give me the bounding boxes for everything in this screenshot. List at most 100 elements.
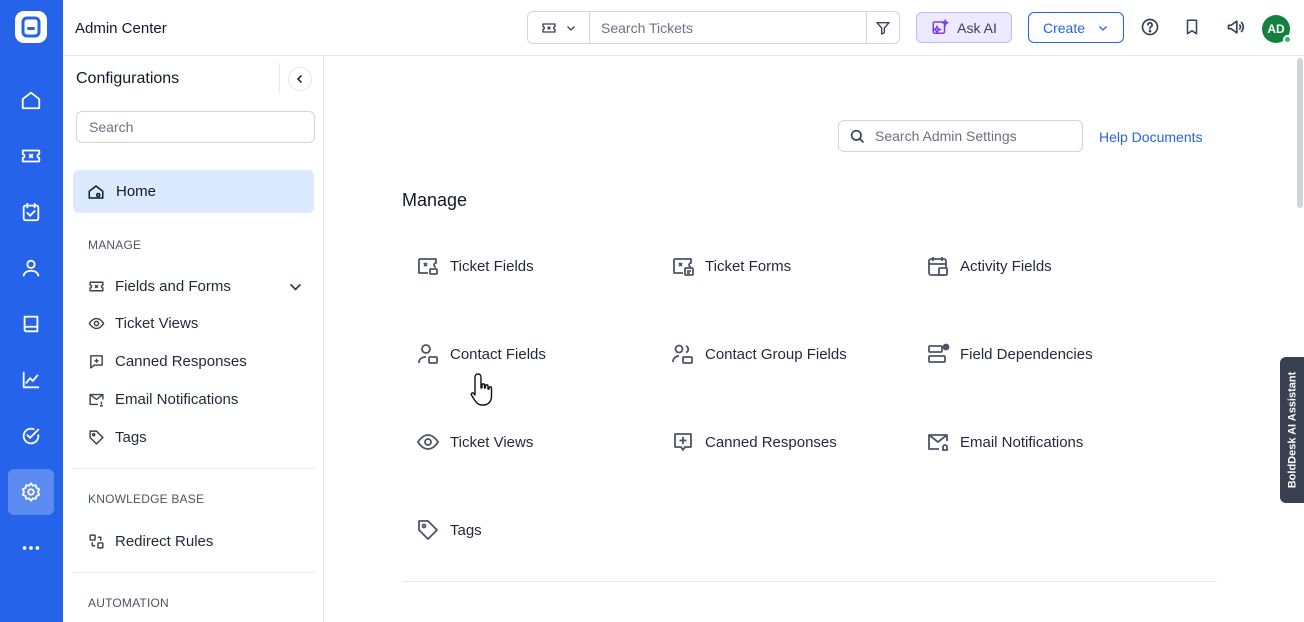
sidebar-item-fields-and-forms[interactable]: Fields and Forms [88,274,308,298]
tile-label: Ticket Views [450,433,534,451]
filter-button[interactable] [866,12,899,43]
help-icon[interactable] [1139,16,1161,38]
sidebar-item-home[interactable]: Home [73,170,314,213]
check-circle-icon[interactable] [8,413,54,459]
search-icon [850,129,864,143]
ai-assistant-tab[interactable]: BoldDesk AI Assistant [1280,357,1304,503]
tile-label: Canned Responses [705,433,837,451]
hand-cursor-icon [470,373,493,406]
sidebar-item-label: Ticket Views [115,314,199,332]
help-documents-link[interactable]: Help Documents [1099,129,1203,145]
search-type-dropdown[interactable] [528,12,590,43]
divider [279,63,280,93]
mail-bell-icon [928,434,948,451]
ticket-icon [541,22,556,33]
user-icon[interactable] [8,245,54,291]
message-plus-icon [674,433,692,451]
tile-label: Activity Fields [960,257,1052,275]
left-rail [0,0,63,622]
collapse-sidebar-button[interactable] [288,67,312,91]
tile-label: Field Dependencies [960,345,1093,363]
chevron-left-icon [296,74,303,84]
app-title: Admin Center [75,20,167,37]
tile-label: Ticket Fields [450,257,534,275]
field-dependencies-icon [928,343,950,363]
avatar-initials: AD [1267,22,1285,36]
section-heading-automation: AUTOMATION [88,596,169,610]
admin-settings-search-input[interactable]: Search Admin Settings [838,120,1083,152]
sidebar-item-redirect-rules[interactable]: Redirect Rules [88,529,308,553]
tile-field-dependencies[interactable]: Field Dependencies [926,340,1093,368]
admin-search-placeholder: Search Admin Settings [875,128,1017,144]
sidebar-item-ticket-views[interactable]: Ticket Views [88,311,308,335]
ticket-forms-icon [673,258,694,276]
sidebar-item-label: Canned Responses [115,352,247,370]
tile-email-notifications[interactable]: Email Notifications [926,428,1083,456]
ticket-search-group: Search Tickets [527,11,900,44]
sidebar-search-input[interactable]: Search [76,111,315,143]
divider [402,581,1217,582]
ask-ai-label: Ask AI [957,19,997,36]
main-content: Search Admin Settings Help Documents Man… [324,56,1304,622]
mail-bell-icon [89,393,104,407]
tile-ticket-views[interactable]: Ticket Views [416,428,533,456]
tile-ticket-forms[interactable]: Ticket Forms [671,252,791,280]
config-sidebar: Configurations Search Home MANAGE Fields… [63,56,324,622]
message-plus-icon [90,354,103,369]
home-icon[interactable] [8,77,54,123]
section-title-manage: Manage [402,190,468,210]
sidebar-item-label: Fields and Forms [115,277,231,295]
tile-contact-fields[interactable]: Contact Fields [416,340,546,368]
sidebar-title: Configurations [76,70,180,87]
announcement-icon[interactable] [1225,16,1247,38]
tag-icon [89,429,104,445]
ticket-icon[interactable] [8,133,54,179]
book-icon[interactable] [8,301,54,347]
tile-label: Tags [450,521,482,539]
sidebar-item-canned-responses[interactable]: Canned Responses [88,349,308,373]
chart-icon[interactable] [8,357,54,403]
tag-icon [418,520,438,540]
create-label: Create [1042,19,1086,36]
tile-tags[interactable]: Tags [416,516,482,544]
divider [73,468,314,469]
sidebar-item-label: Redirect Rules [115,532,214,550]
ticket-icon [89,281,104,291]
gear-icon[interactable] [8,469,54,515]
brand-logo-icon[interactable] [14,10,48,44]
ask-ai-button[interactable]: Ask AI [916,12,1012,43]
bookmark-icon[interactable] [1181,16,1203,38]
tile-ticket-fields[interactable]: Ticket Fields [416,252,534,280]
sidebar-item-email-notifications[interactable]: Email Notifications [88,387,308,411]
tile-contact-group-fields[interactable]: Contact Group Fields [671,340,847,368]
tile-label: Contact Group Fields [705,345,847,363]
admin-center-app: Admin Center Search Tickets Ask AI Creat… [0,0,1304,622]
section-heading-manage: MANAGE [88,238,142,252]
calendar-check-icon[interactable] [8,189,54,235]
ai-assistant-label: BoldDesk AI Assistant [1286,371,1298,489]
sidebar-item-label: Tags [115,428,147,446]
divider [73,572,314,573]
sidebar-item-tags[interactable]: Tags [88,425,308,449]
contact-group-fields-icon [672,344,693,364]
chevron-down-icon [1099,25,1107,31]
more-icon[interactable] [8,525,54,571]
main-scrollbar[interactable] [1296,56,1304,622]
chevron-down-icon[interactable] [287,278,304,295]
ticket-fields-icon [418,258,438,275]
tile-activity-fields[interactable]: Activity Fields [926,252,1052,280]
scrollbar-thumb[interactable] [1297,58,1303,208]
ticket-search-input[interactable]: Search Tickets [590,12,866,43]
eye-icon [88,317,105,329]
activity-fields-icon [928,257,948,276]
sparkle-icon [932,18,950,34]
create-button[interactable]: Create [1028,12,1124,43]
chevron-down-icon [566,25,575,31]
section-heading-knowledge-base: KNOWLEDGE BASE [88,492,205,506]
redirect-icon [89,533,104,549]
sidebar-item-label: Email Notifications [115,390,239,408]
home-settings-icon [88,184,104,199]
tile-label: Email Notifications [960,433,1084,451]
avatar[interactable]: AD [1262,15,1292,44]
tile-canned-responses[interactable]: Canned Responses [671,428,837,456]
